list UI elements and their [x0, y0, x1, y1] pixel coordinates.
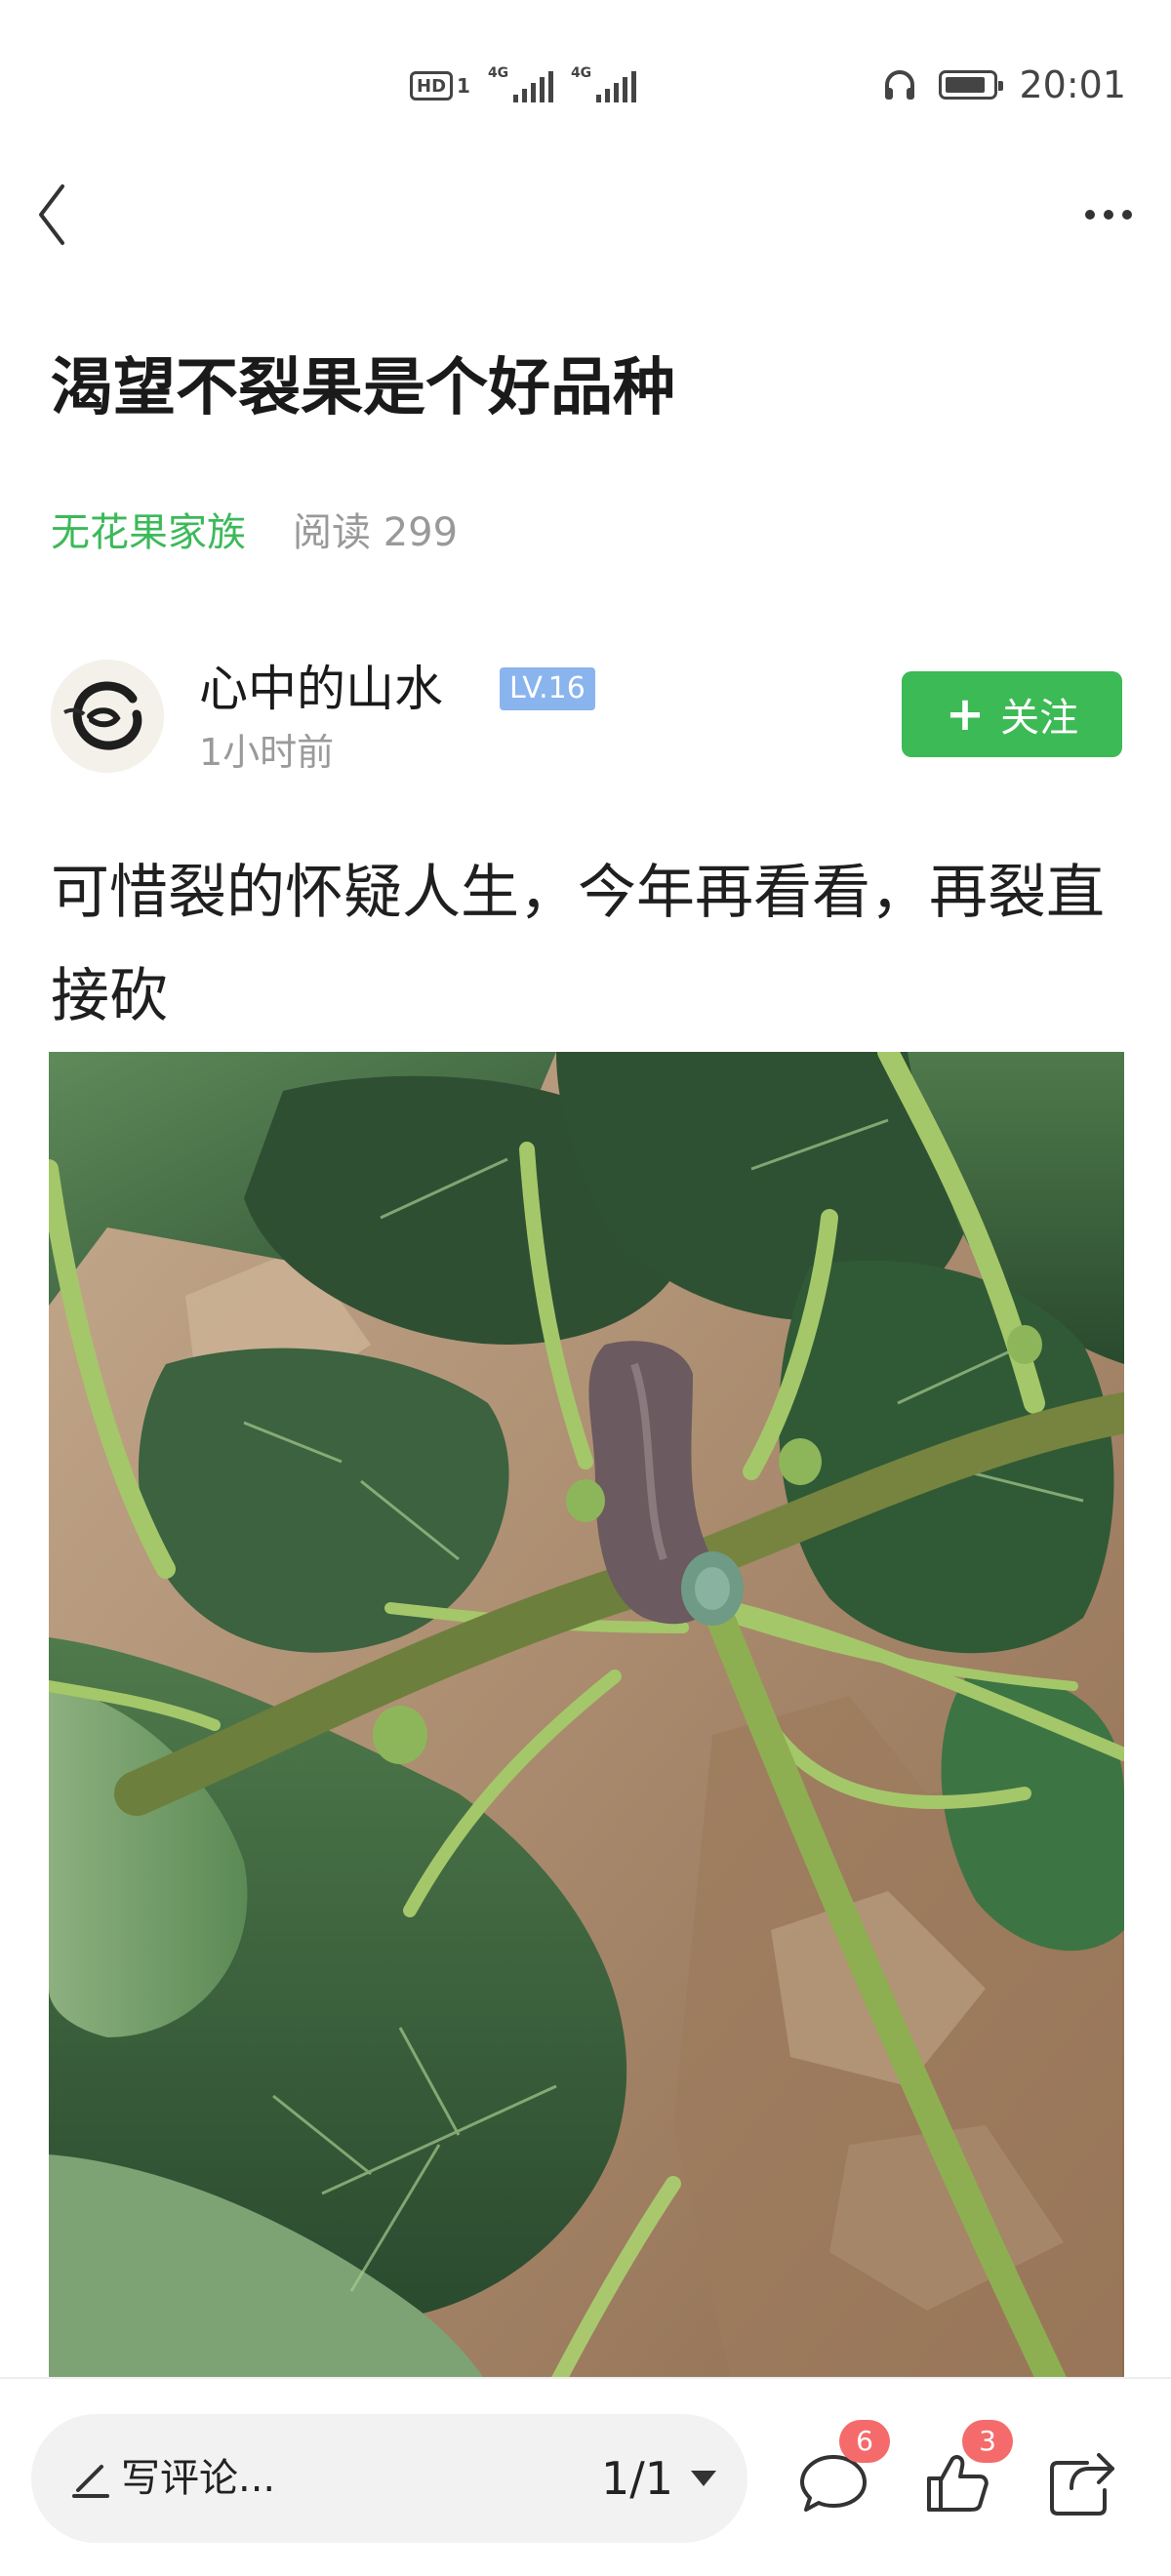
avatar-image	[51, 660, 164, 773]
comment-input[interactable]: 写评论... 1/1	[31, 2414, 747, 2543]
system-status: 20:01	[882, 60, 1126, 109]
pencil-icon	[72, 2465, 109, 2498]
headphones-icon	[885, 70, 915, 100]
clock: 20:01	[1019, 63, 1126, 106]
like-button[interactable]: 3	[917, 2420, 1013, 2523]
post-time: 1小时前	[199, 731, 335, 774]
caret-down-icon	[691, 2471, 717, 2486]
avatar[interactable]	[51, 660, 164, 773]
plus-icon: +	[945, 687, 986, 742]
article-body: 可惜裂的怀疑人生，今年再看看，再裂直接砍	[51, 859, 1105, 1030]
network-status: HD 1 4G 4G	[410, 64, 636, 107]
author-name[interactable]: 心中的山水	[199, 658, 443, 720]
level-badge: LV.16	[500, 667, 595, 710]
hd-label: HD	[410, 71, 454, 101]
signal-icon-2: 4G	[571, 65, 636, 102]
follow-label: 关注	[1000, 696, 1079, 741]
page-indicator[interactable]: 1/1	[601, 2449, 717, 2508]
bottom-action-bar: 写评论... 1/1 6 3	[0, 2377, 1171, 2576]
more-horizontal-icon	[1085, 210, 1095, 220]
more-button[interactable]	[1070, 176, 1148, 254]
top-nav	[0, 176, 1171, 254]
battery-icon	[939, 70, 1004, 100]
fig-tree-photo	[49, 1052, 1124, 2385]
read-count: 阅读 299	[293, 510, 459, 555]
comment-count-badge: 6	[839, 2420, 890, 2463]
page-indicator-label: 1/1	[601, 2452, 674, 2505]
follow-button[interactable]: + 关注	[902, 671, 1122, 757]
network-type-1: 4G	[487, 65, 509, 81]
post-photo[interactable]	[49, 1052, 1124, 2385]
author-row: 心中的山水 LV.16 1小时前 + 关注	[51, 656, 1122, 783]
like-count-badge: 3	[962, 2420, 1013, 2463]
back-button[interactable]	[23, 176, 82, 254]
hd-voice-icon: HD 1	[410, 71, 470, 101]
comment-placeholder: 写评论...	[121, 2456, 276, 2501]
share-button[interactable]	[1042, 2445, 1120, 2523]
article-title: 渴望不裂果是个好品种	[51, 352, 675, 424]
circle-link[interactable]: 无花果家族	[51, 501, 246, 557]
network-type-2: 4G	[570, 65, 592, 81]
share-icon	[1050, 2453, 1114, 2516]
battery-level	[946, 77, 985, 93]
sim-number: 1	[457, 74, 470, 98]
status-bar: HD 1 4G 4G 20:01	[0, 0, 1171, 176]
chevron-left-icon	[39, 184, 64, 245]
article-meta: 无花果家族 阅读 299	[51, 500, 458, 558]
comment-button[interactable]: 6	[794, 2420, 890, 2523]
signal-icon: 4G	[488, 65, 553, 102]
